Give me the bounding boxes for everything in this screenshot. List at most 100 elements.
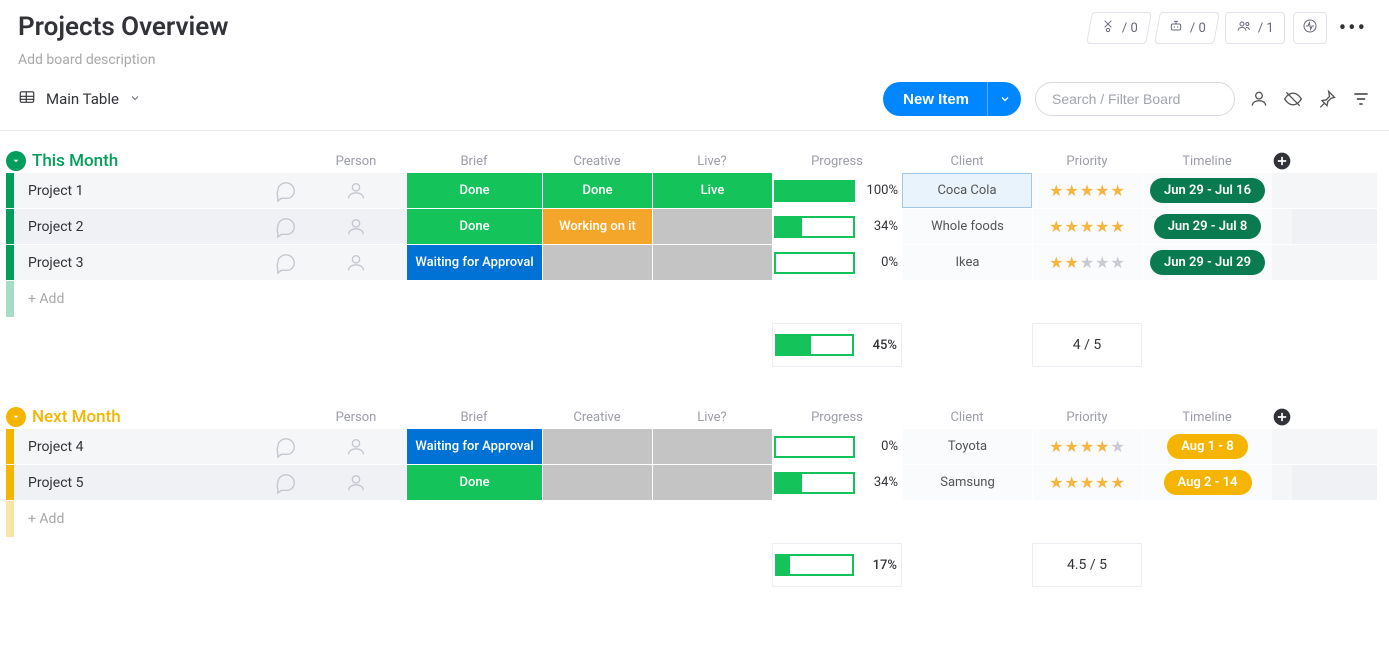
client-cell[interactable]: Toyota (902, 429, 1032, 464)
item-name[interactable]: Project 2 (14, 219, 266, 235)
column-header[interactable]: Live? (652, 154, 772, 169)
summary-priority: 4 / 5 (1032, 323, 1142, 367)
person-icon[interactable] (306, 216, 406, 238)
add-column-button[interactable] (1272, 407, 1292, 427)
view-switcher[interactable]: Main Table (18, 88, 141, 110)
group-name[interactable]: Next Month (32, 407, 121, 427)
star-icon: ★ (1080, 437, 1095, 456)
item-name[interactable]: Project 4 (14, 439, 266, 455)
column-header[interactable]: Person (306, 154, 406, 169)
column-header[interactable]: Priority (1032, 154, 1142, 169)
status-brief[interactable]: Done (406, 173, 542, 208)
column-header[interactable]: Brief (406, 410, 542, 425)
item-name[interactable]: Project 3 (14, 255, 266, 271)
timeline-cell[interactable]: Jun 29 - Jul 29 (1142, 245, 1272, 280)
new-item-button[interactable]: New Item (883, 82, 1021, 116)
column-header[interactable]: Priority (1032, 410, 1142, 425)
activity-button[interactable] (1293, 12, 1327, 44)
column-header[interactable]: Client (902, 154, 1032, 169)
status-creative[interactable] (542, 245, 652, 280)
bugs-counter[interactable]: / 0 (1086, 12, 1152, 44)
progress-cell[interactable]: 0% (772, 429, 902, 464)
table-row[interactable]: Project 1 DoneDoneLive 100% Coca Cola★★★… (6, 173, 1377, 209)
status-live[interactable]: Live (652, 173, 772, 208)
group-toggle[interactable] (6, 407, 26, 427)
column-header[interactable]: Person (306, 410, 406, 425)
star-icon: ★ (1111, 473, 1126, 492)
status-brief[interactable]: Waiting for Approval (406, 429, 542, 464)
column-header[interactable]: Progress (772, 154, 902, 169)
row-color-bar (6, 245, 14, 280)
table-row[interactable]: Project 3 Waiting for Approval 0% Ikea★★… (6, 245, 1377, 281)
column-header[interactable]: Progress (772, 410, 902, 425)
person-filter-icon[interactable] (1249, 89, 1269, 109)
person-icon[interactable] (306, 180, 406, 202)
comment-icon[interactable] (266, 216, 306, 238)
new-item-dropdown[interactable] (987, 82, 1021, 116)
client-cell[interactable]: Whole foods (902, 209, 1032, 244)
status-live[interactable] (652, 245, 772, 280)
priority-cell[interactable]: ★★★★★ (1032, 245, 1142, 280)
status-creative[interactable] (542, 465, 652, 500)
board-description-placeholder[interactable]: Add board description (18, 52, 228, 68)
column-header[interactable]: Timeline (1142, 410, 1272, 425)
timeline-cell[interactable]: Aug 1 - 8 (1142, 429, 1272, 464)
table-row[interactable]: Project 5 Done 34% Samsung★★★★★ Aug 2 - … (6, 465, 1377, 501)
status-live[interactable] (652, 465, 772, 500)
column-header[interactable]: Brief (406, 154, 542, 169)
row-end (1272, 465, 1292, 500)
client-cell[interactable]: Samsung (902, 465, 1032, 500)
column-header[interactable]: Timeline (1142, 154, 1272, 169)
timeline-cell[interactable]: Aug 2 - 14 (1142, 465, 1272, 500)
group-toggle[interactable] (6, 151, 26, 171)
client-cell[interactable]: Ikea (902, 245, 1032, 280)
status-brief[interactable]: Done (406, 465, 542, 500)
person-icon[interactable] (306, 472, 406, 494)
priority-cell[interactable]: ★★★★★ (1032, 209, 1142, 244)
column-header[interactable]: Live? (652, 410, 772, 425)
members-counter[interactable]: / 1 (1225, 12, 1285, 44)
table-row[interactable]: Project 4 Waiting for Approval 0% Toyota… (6, 429, 1377, 465)
add-item-row[interactable]: + Add (6, 501, 1377, 537)
add-item-row[interactable]: + Add (6, 281, 1377, 317)
person-icon[interactable] (306, 436, 406, 458)
status-creative[interactable]: Done (542, 173, 652, 208)
status-live[interactable] (652, 429, 772, 464)
pin-icon[interactable] (1317, 89, 1337, 109)
column-header[interactable]: Creative (542, 154, 652, 169)
status-brief[interactable]: Done (406, 209, 542, 244)
more-options-button[interactable]: ••• (1335, 16, 1371, 41)
priority-cell[interactable]: ★★★★★ (1032, 465, 1142, 500)
search-input[interactable] (1052, 91, 1218, 107)
automations-counter[interactable]: / 0 (1154, 12, 1220, 44)
status-creative[interactable]: Working on it (542, 209, 652, 244)
search-box[interactable] (1035, 82, 1235, 116)
progress-cell[interactable]: 34% (772, 209, 902, 244)
comment-icon[interactable] (266, 436, 306, 458)
status-brief[interactable]: Waiting for Approval (406, 245, 542, 280)
add-column-button[interactable] (1272, 151, 1292, 171)
column-header[interactable]: Client (902, 410, 1032, 425)
client-cell[interactable]: Coca Cola (902, 173, 1032, 208)
group-name[interactable]: This Month (32, 151, 118, 171)
progress-cell[interactable]: 100% (772, 173, 902, 208)
column-header[interactable]: Creative (542, 410, 652, 425)
timeline-cell[interactable]: Jun 29 - Jul 8 (1142, 209, 1272, 244)
item-name[interactable]: Project 1 (14, 183, 266, 199)
timeline-cell[interactable]: Jun 29 - Jul 16 (1142, 173, 1272, 208)
priority-cell[interactable]: ★★★★★ (1032, 173, 1142, 208)
comment-icon[interactable] (266, 472, 306, 494)
priority-cell[interactable]: ★★★★★ (1032, 429, 1142, 464)
person-icon[interactable] (306, 252, 406, 274)
table-icon (18, 88, 36, 110)
progress-cell[interactable]: 34% (772, 465, 902, 500)
item-name[interactable]: Project 5 (14, 475, 266, 491)
eye-hidden-icon[interactable] (1283, 89, 1303, 109)
table-row[interactable]: Project 2 DoneWorking on it 34% Whole fo… (6, 209, 1377, 245)
comment-icon[interactable] (266, 180, 306, 202)
status-creative[interactable] (542, 429, 652, 464)
comment-icon[interactable] (266, 252, 306, 274)
filter-icon[interactable] (1351, 89, 1371, 109)
progress-cell[interactable]: 0% (772, 245, 902, 280)
status-live[interactable] (652, 209, 772, 244)
